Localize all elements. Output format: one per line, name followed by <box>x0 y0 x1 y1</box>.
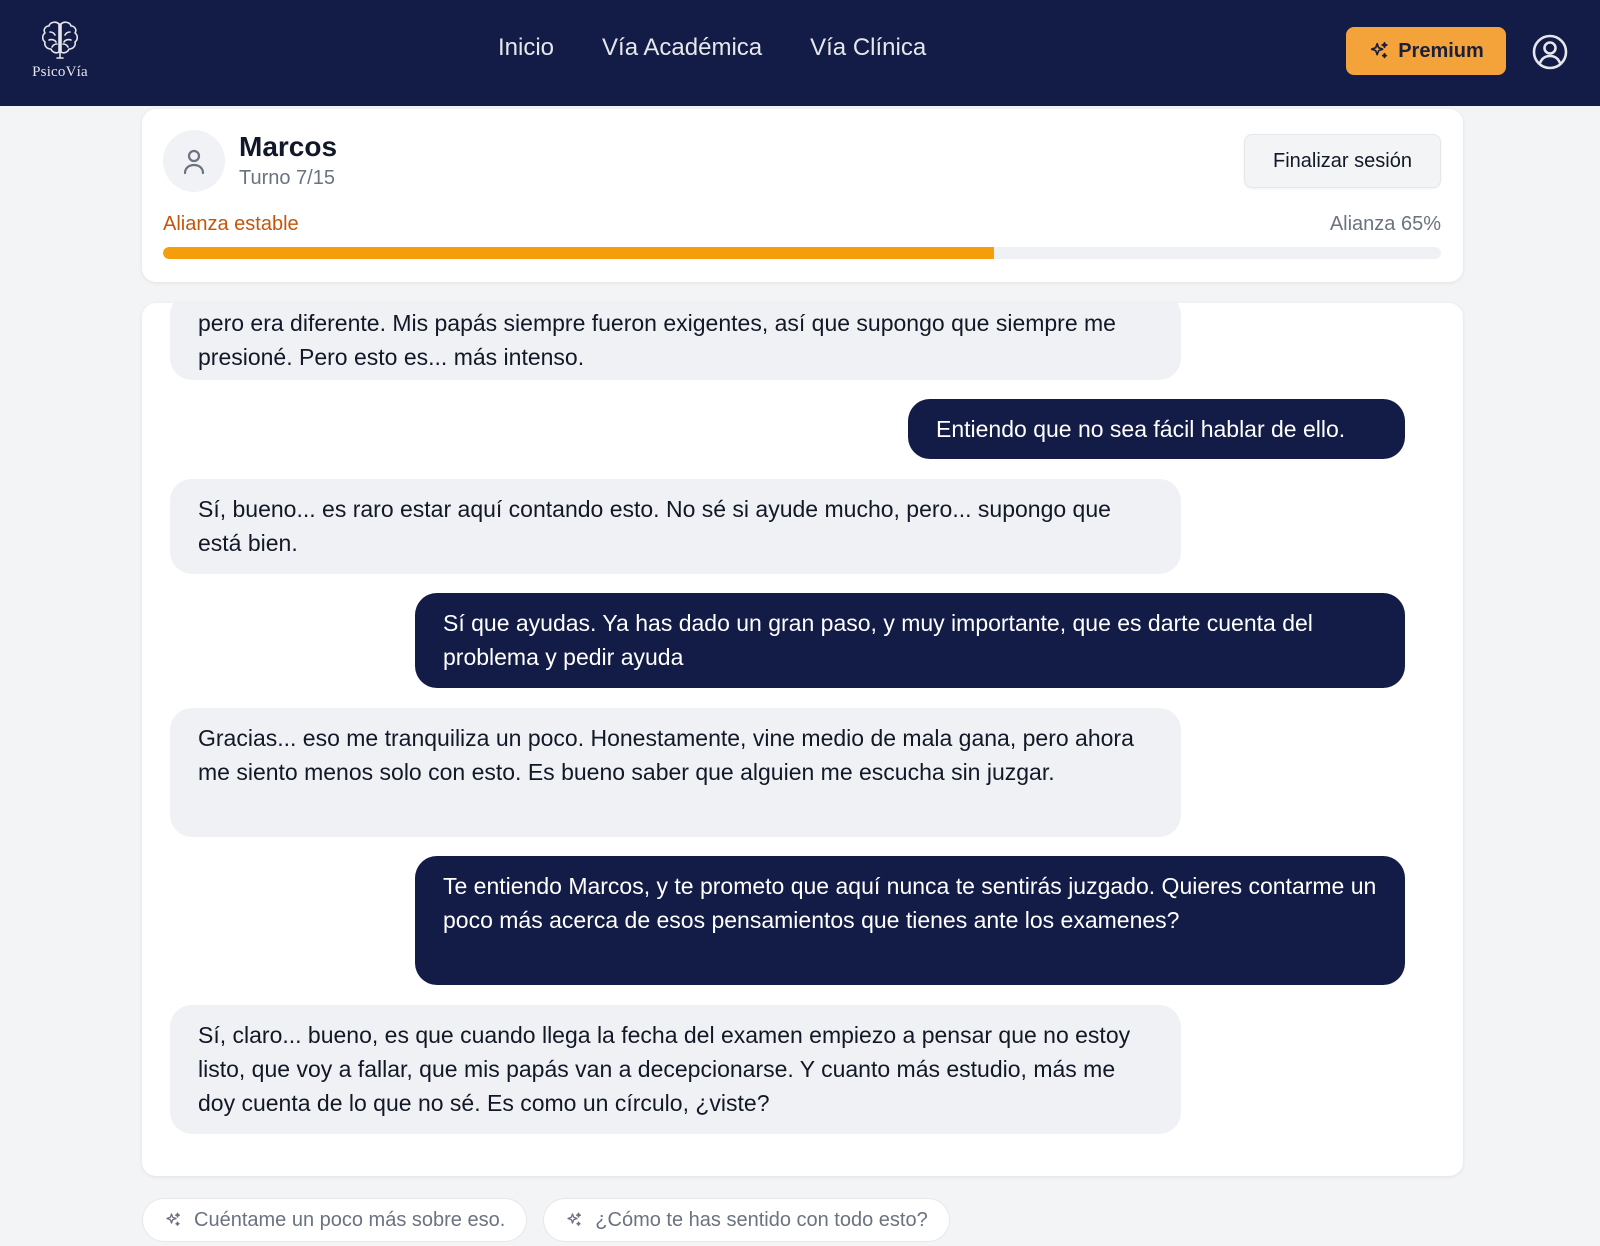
suggestion-chip[interactable]: Cuéntame un poco más sobre eso. <box>142 1198 528 1242</box>
patient-message: Sí, bueno... es raro estar aquí contando… <box>170 479 1181 574</box>
suggestion-text: Cuéntame un poco más sobre eso. <box>194 1208 506 1231</box>
patient-message: Sí, claro... bueno, es que cuando llega … <box>170 1005 1181 1134</box>
sparkles-icon <box>1371 41 1388 59</box>
therapist-message: Te entiendo Marcos, y te prometo que aqu… <box>415 856 1405 985</box>
alliance-progress-fill <box>163 247 994 259</box>
suggested-replies: Cuéntame un poco más sobre eso. ¿Cómo te… <box>142 1198 950 1242</box>
therapist-message: Sí que ayudas. Ya has dado un gran paso,… <box>415 593 1405 688</box>
suggestion-text: ¿Cómo te has sentido con todo esto? <box>595 1208 928 1231</box>
end-session-button[interactable]: Finalizar sesión <box>1244 134 1441 188</box>
sparkles-icon <box>166 1212 181 1226</box>
profile-button[interactable] <box>1531 33 1569 71</box>
suggestion-chip[interactable]: ¿Cómo te has sentido con todo esto? <box>543 1198 950 1242</box>
alliance-status: Alianza estable <box>163 213 299 235</box>
turn-counter: Turno 7/15 <box>239 167 335 189</box>
user-circle-icon <box>1532 34 1568 70</box>
session-card: Marcos Turno 7/15 Finalizar sesión Alian… <box>142 109 1463 282</box>
nav-item-via-clinica[interactable]: Vía Clínica <box>810 34 926 62</box>
main-nav: Inicio Vía Académica Vía Clínica <box>498 34 926 62</box>
alliance-progress-bar <box>163 247 1441 259</box>
nav-item-inicio[interactable]: Inicio <box>498 34 554 62</box>
user-icon <box>183 149 205 175</box>
premium-label: Premium <box>1398 39 1484 62</box>
top-nav-bar: PsicoVía Inicio Vía Académica Vía Clínic… <box>0 0 1600 106</box>
brand-logo[interactable]: PsicoVía <box>26 18 94 84</box>
alliance-percent: Alianza 65% <box>1329 213 1441 235</box>
premium-button[interactable]: Premium <box>1346 27 1506 75</box>
patient-message: Gracias... eso me tranquiliza un poco. H… <box>170 708 1181 837</box>
therapist-message: Entiendo que no sea fácil hablar de ello… <box>908 399 1405 459</box>
nav-item-via-academica[interactable]: Vía Académica <box>602 34 762 62</box>
brain-icon <box>41 21 79 59</box>
brand-name: PsicoVía <box>32 64 88 80</box>
chat-transcript[interactable]: pero era diferente. Mis papás siempre fu… <box>142 303 1463 1176</box>
sparkles-icon <box>567 1212 582 1226</box>
avatar <box>163 130 225 192</box>
patient-message: pero era diferente. Mis papás siempre fu… <box>170 303 1181 380</box>
patient-name: Marcos <box>239 131 338 162</box>
